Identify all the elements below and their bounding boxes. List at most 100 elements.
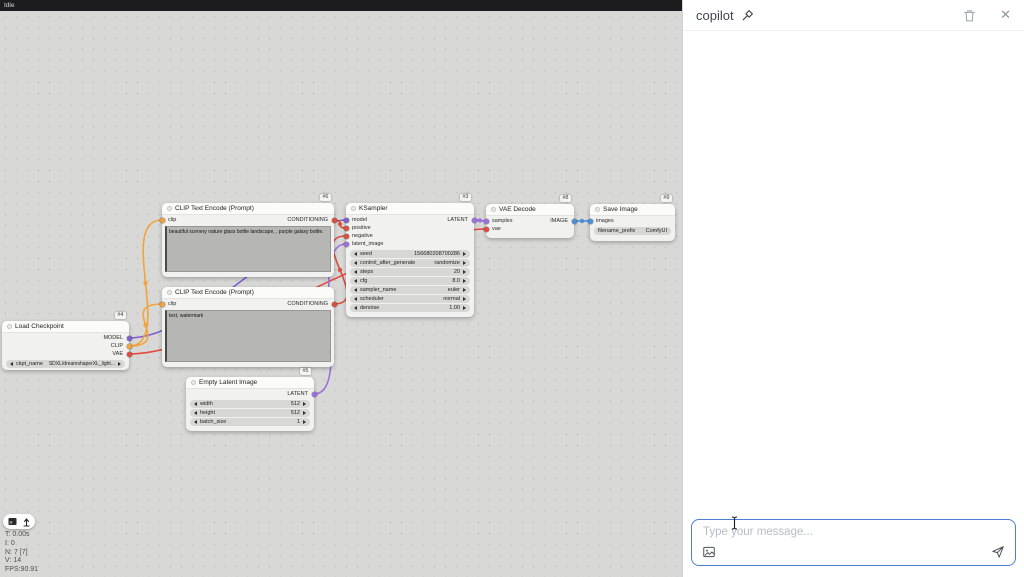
decrement-arrow-icon[interactable]: [194, 411, 197, 415]
widget-cfg[interactable]: cfg 8.0: [350, 277, 470, 285]
widget-name: filename_prefix: [598, 228, 635, 234]
input-slot-vae[interactable]: [484, 227, 489, 232]
node-vae-decode[interactable]: #8 VAE Decode samples IMAGE vae: [486, 204, 574, 238]
output-slot-conditioning[interactable]: [332, 302, 337, 307]
increment-arrow-icon[interactable]: [463, 270, 466, 274]
wire-dot: [338, 268, 342, 272]
perf-stats: T: 0.00s I: 0 N: 7 [7] V: 14 FPS:90.91: [5, 531, 38, 575]
output-slot-latent[interactable]: [472, 218, 477, 223]
node-badge: #8: [560, 195, 571, 202]
widget-name: seed: [360, 251, 372, 257]
output-slot-image[interactable]: [572, 219, 577, 224]
decrement-arrow-icon[interactable]: [354, 288, 357, 292]
input-slot-samples[interactable]: [484, 219, 489, 224]
increment-arrow-icon[interactable]: [463, 297, 466, 301]
input-slot-latent-image[interactable]: [344, 242, 349, 247]
prompt-textarea[interactable]: beautiful scenery nature glass bottle la…: [165, 226, 331, 272]
widget-steps[interactable]: steps 20: [350, 268, 470, 276]
increment-arrow-icon[interactable]: [118, 362, 121, 366]
output-slot-vae[interactable]: [127, 352, 132, 357]
node-save-image[interactable]: #9 Save Image images filename_prefix Com…: [590, 204, 675, 241]
status-text: Idle: [4, 2, 14, 9]
node-header[interactable]: CLIP Text Encode (Prompt): [162, 203, 334, 215]
collapse-toggle-icon[interactable]: [491, 207, 496, 212]
widget-name: steps: [360, 269, 373, 275]
decrement-arrow-icon[interactable]: [354, 252, 357, 256]
node-title: KSampler: [359, 205, 388, 212]
widget-scheduler[interactable]: scheduler normal: [350, 295, 470, 303]
slot-label: positive: [352, 225, 371, 231]
collapse-toggle-icon[interactable]: [351, 206, 356, 211]
increment-arrow-icon[interactable]: [303, 402, 306, 406]
increment-arrow-icon[interactable]: [303, 420, 306, 424]
input-slot-negative[interactable]: [344, 234, 349, 239]
node-graph-canvas[interactable]: #6 CLIP Text Encode (Prompt) clip CONDIT…: [0, 11, 682, 577]
input-slot-clip[interactable]: [160, 302, 165, 307]
input-slot-clip[interactable]: [160, 218, 165, 223]
decrement-arrow-icon[interactable]: [354, 306, 357, 310]
slot-label: clip: [168, 217, 176, 223]
input-slot-images[interactable]: [588, 219, 593, 224]
input-slot-model[interactable]: [344, 218, 349, 223]
decrement-arrow-icon[interactable]: [354, 270, 357, 274]
increment-arrow-icon[interactable]: [463, 306, 466, 310]
increment-arrow-icon[interactable]: [463, 288, 466, 292]
prompt-textarea[interactable]: text, watermark: [165, 310, 331, 362]
widget-width[interactable]: width 512: [190, 400, 310, 408]
decrement-arrow-icon[interactable]: [354, 279, 357, 283]
widget-ckpt-name[interactable]: ckpt_name SDXL/dreamshaperXL_light...: [6, 360, 125, 368]
collapse-toggle-icon[interactable]: [167, 206, 172, 211]
node-header[interactable]: Empty Latent Image: [186, 377, 314, 389]
chat-message-input[interactable]: [703, 526, 993, 538]
slot-label: CLIP: [111, 343, 123, 349]
node-header[interactable]: CLIP Text Encode (Prompt): [162, 287, 334, 299]
increment-arrow-icon[interactable]: [463, 279, 466, 283]
decrement-arrow-icon[interactable]: [354, 297, 357, 301]
close-button[interactable]: ✕: [1000, 7, 1011, 23]
node-ksampler[interactable]: #3 KSampler model LATENT positive: [346, 203, 474, 317]
wire-dot: [580, 219, 584, 223]
node-clip-text-encode-negative[interactable]: CLIP Text Encode (Prompt) clip CONDITION…: [162, 287, 334, 367]
output-slot-latent[interactable]: [312, 392, 317, 397]
collapse-toggle-icon[interactable]: [595, 207, 600, 212]
decrement-arrow-icon[interactable]: [194, 420, 197, 424]
decrement-arrow-icon[interactable]: [354, 261, 357, 265]
wire-dot: [143, 281, 147, 285]
node-header[interactable]: Load Checkpoint: [2, 321, 129, 333]
collapse-toggle-icon[interactable]: [7, 324, 12, 329]
widget-denoise[interactable]: denoise 1.00: [350, 304, 470, 312]
graph-icon[interactable]: [22, 517, 31, 527]
decrement-arrow-icon[interactable]: [194, 402, 197, 406]
output-slot-model[interactable]: [127, 336, 132, 341]
slot-row: negative: [346, 232, 474, 240]
node-empty-latent-image[interactable]: #5 Empty Latent Image LATENT width 512 h…: [186, 377, 314, 431]
output-slot-conditioning[interactable]: [332, 218, 337, 223]
node-title: Empty Latent Image: [199, 379, 257, 386]
node-header[interactable]: KSampler: [346, 203, 474, 215]
widget-batch-size[interactable]: batch_size 1: [190, 418, 310, 426]
node-title: VAE Decode: [499, 206, 536, 213]
widget-filename-prefix[interactable]: filename_prefix ComfyUI: [594, 227, 671, 235]
widget-height[interactable]: height 512: [190, 409, 310, 417]
collapse-toggle-icon[interactable]: [167, 290, 172, 295]
output-slot-clip[interactable]: [127, 344, 132, 349]
attach-image-icon[interactable]: [702, 545, 716, 559]
clear-chat-button[interactable]: [962, 8, 977, 23]
send-icon[interactable]: [991, 545, 1005, 559]
increment-arrow-icon[interactable]: [463, 261, 466, 265]
node-header[interactable]: VAE Decode: [486, 204, 574, 216]
increment-arrow-icon[interactable]: [463, 252, 466, 256]
node-load-checkpoint[interactable]: #4 Load Checkpoint MODEL CLIP VAE: [2, 321, 129, 370]
input-slot-positive[interactable]: [344, 226, 349, 231]
decrement-arrow-icon[interactable]: [10, 362, 13, 366]
increment-arrow-icon[interactable]: [303, 411, 306, 415]
collapse-toggle-icon[interactable]: [191, 380, 196, 385]
widget-control-after-generate[interactable]: control_after_generate randomize: [350, 259, 470, 267]
slot-row: images: [590, 217, 675, 225]
node-clip-text-encode-positive[interactable]: #6 CLIP Text Encode (Prompt) clip CONDIT…: [162, 203, 334, 277]
widget-sampler-name[interactable]: sampler_name euler: [350, 286, 470, 294]
widget-seed[interactable]: seed 156680208700286: [350, 250, 470, 258]
minimap-icon[interactable]: [8, 517, 17, 526]
node-header[interactable]: Save Image: [590, 204, 675, 216]
chat-input-box[interactable]: [691, 519, 1016, 566]
